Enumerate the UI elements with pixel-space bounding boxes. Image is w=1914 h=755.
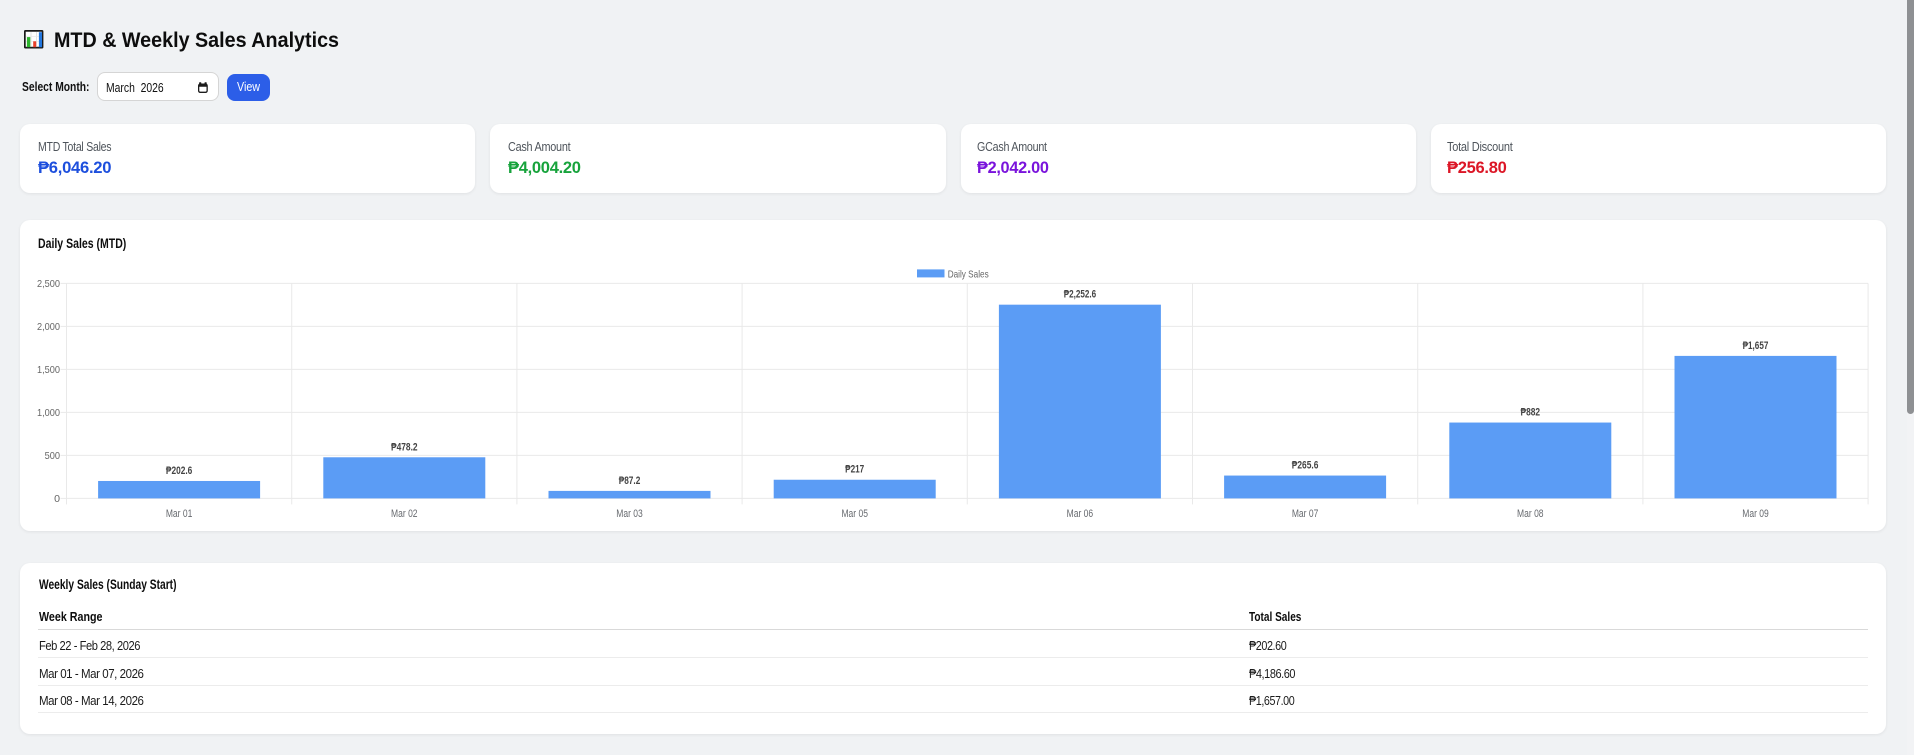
svg-text:Daily Sales: Daily Sales: [948, 268, 989, 280]
svg-text:Mar 06: Mar 06: [1067, 507, 1094, 519]
svg-text:1,500: 1,500: [37, 364, 60, 376]
svg-text:1,000: 1,000: [37, 407, 60, 419]
svg-text:Mar 05: Mar 05: [841, 507, 868, 519]
svg-text:Mar 01: Mar 01: [166, 507, 193, 519]
svg-text:₱1,657: ₱1,657: [1743, 339, 1769, 351]
svg-text:₱265.6: ₱265.6: [1292, 459, 1319, 471]
svg-text:0: 0: [54, 493, 60, 505]
svg-text:2,500: 2,500: [37, 278, 60, 290]
svg-text:Mar 03: Mar 03: [616, 507, 643, 519]
svg-text:₱87.2: ₱87.2: [619, 474, 641, 486]
svg-text:₱882: ₱882: [1521, 406, 1541, 418]
svg-text:₱478.2: ₱478.2: [391, 441, 418, 453]
svg-text:Mar 02: Mar 02: [391, 507, 418, 519]
svg-text:₱217: ₱217: [845, 463, 864, 475]
svg-text:Mar 07: Mar 07: [1292, 507, 1319, 519]
svg-text:Mar 08: Mar 08: [1517, 507, 1544, 519]
svg-text:₱2,252.6: ₱2,252.6: [1064, 288, 1096, 300]
svg-text:2,000: 2,000: [37, 321, 60, 333]
svg-text:500: 500: [45, 450, 61, 462]
svg-text:₱202.6: ₱202.6: [166, 465, 192, 477]
svg-text:Mar 09: Mar 09: [1742, 507, 1769, 519]
